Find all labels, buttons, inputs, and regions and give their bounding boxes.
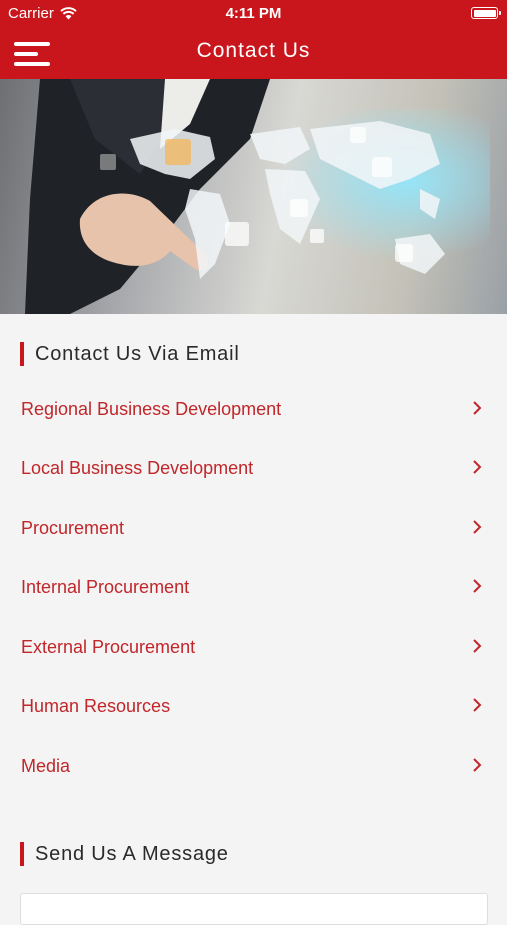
chevron-right-icon xyxy=(473,460,482,474)
section-title-contact-via-email: Contact Us Via Email xyxy=(20,341,240,367)
list-item-regional-business-development[interactable]: Regional Business Development xyxy=(0,385,507,435)
header: Carrier 4:11 PM Contact Us xyxy=(0,0,507,79)
chevron-right-icon xyxy=(473,758,482,772)
list-item-label: Regional Business Development xyxy=(21,399,282,419)
chevron-right-icon xyxy=(473,579,482,593)
chevron-right-icon xyxy=(473,401,482,415)
list-item-label: External Procurement xyxy=(21,637,196,657)
list-item-external-procurement[interactable]: External Procurement xyxy=(0,623,507,673)
businessman-touching-world-map-image xyxy=(25,79,490,314)
list-item-label: Media xyxy=(21,756,71,776)
chevron-right-icon xyxy=(473,520,482,534)
section-title-send-message: Send Us A Message xyxy=(20,841,229,867)
chevron-right-icon xyxy=(473,639,482,653)
navigation-bar: Contact Us xyxy=(0,28,507,79)
section-accent-bar xyxy=(20,842,24,866)
list-item-label: Procurement xyxy=(21,518,125,538)
list-item-media[interactable]: Media xyxy=(0,742,507,792)
chevron-right-icon xyxy=(473,698,482,712)
section-accent-bar xyxy=(20,342,24,366)
battery-icon xyxy=(471,7,501,19)
list-item-human-resources[interactable]: Human Resources xyxy=(0,682,507,732)
clock: 4:11 PM xyxy=(225,5,282,22)
message-input[interactable] xyxy=(20,893,488,925)
status-bar: Carrier 4:11 PM xyxy=(0,0,507,28)
list-item-local-business-development[interactable]: Local Business Development xyxy=(0,444,507,494)
list-item-label: Internal Procurement xyxy=(21,577,190,597)
list-item-internal-procurement[interactable]: Internal Procurement xyxy=(0,563,507,613)
hero-image xyxy=(0,79,507,314)
section-title-text: Contact Us Via Email xyxy=(35,342,240,365)
page-title: Contact Us xyxy=(196,39,311,62)
list-item-procurement[interactable]: Procurement xyxy=(0,504,507,554)
list-item-label: Human Resources xyxy=(21,696,171,716)
list-item-label: Local Business Development xyxy=(21,458,254,478)
section-title-text: Send Us A Message xyxy=(35,842,229,865)
